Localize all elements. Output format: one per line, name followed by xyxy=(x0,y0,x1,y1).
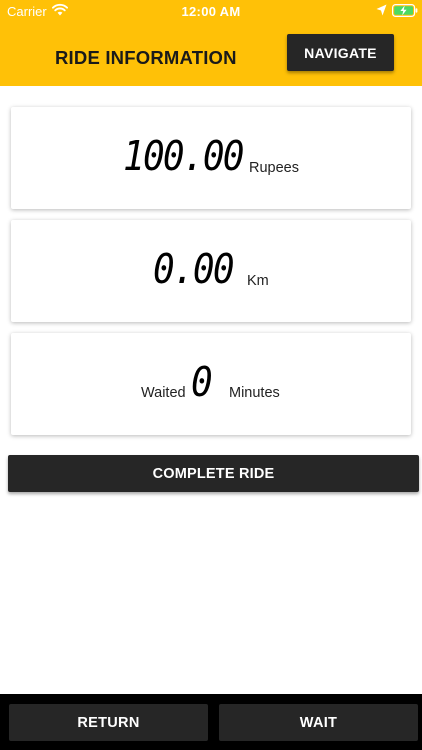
status-time: 12:00 AM xyxy=(181,4,241,19)
wait-time-card: Waited 0 Minutes xyxy=(11,333,411,435)
wait-unit: Minutes xyxy=(229,385,280,401)
distance-unit: Km xyxy=(247,273,269,289)
wait-value: 0 xyxy=(191,358,213,406)
fare-unit: Rupees xyxy=(249,160,299,176)
wait-button[interactable]: WAIT xyxy=(219,704,418,741)
location-arrow-icon xyxy=(376,4,387,16)
distance-card: 0.00 Km xyxy=(11,220,411,322)
status-bar: Carrier 12:00 AM xyxy=(0,0,422,22)
wait-label: Waited xyxy=(141,385,186,401)
battery-charging-icon xyxy=(392,4,418,17)
bottom-action-bar: RETURN WAIT xyxy=(0,694,422,750)
app-header: Carrier 12:00 AM RIDE INFORMATION NAVIGA… xyxy=(0,0,422,86)
fare-value: 100.00 xyxy=(123,132,245,180)
fare-card: 100.00 Rupees xyxy=(11,107,411,209)
distance-value: 0.00 xyxy=(153,245,235,293)
page-title: RIDE INFORMATION xyxy=(55,47,237,68)
navigate-button[interactable]: NAVIGATE xyxy=(287,34,394,71)
complete-ride-button[interactable]: COMPLETE RIDE xyxy=(8,455,419,492)
return-button[interactable]: RETURN xyxy=(9,704,208,741)
